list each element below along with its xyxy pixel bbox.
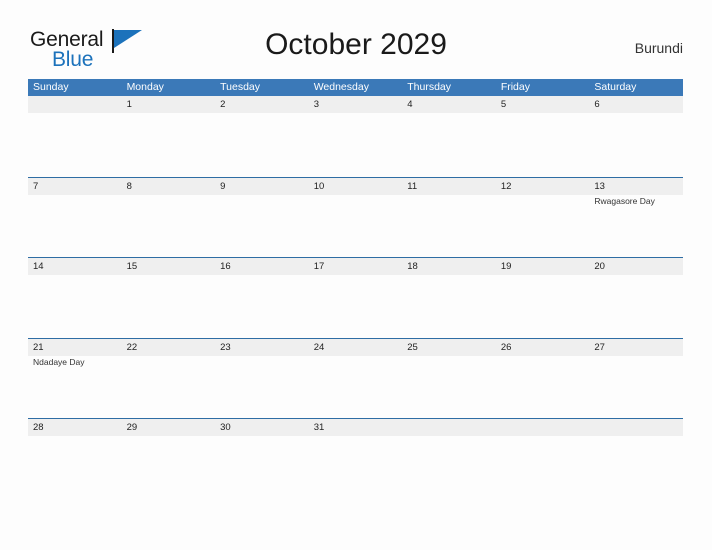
day-cell[interactable]: 6: [589, 96, 683, 176]
day-cell[interactable]: [589, 419, 683, 499]
calendar-page: General Blue October 2029 Burundi Sunday…: [0, 0, 712, 550]
weekday-header-monday: Monday: [126, 81, 164, 93]
day-cell[interactable]: 28: [28, 419, 122, 499]
day-number: 30: [220, 422, 231, 433]
day-number: 10: [313, 180, 325, 192]
day-number: [33, 96, 122, 113]
day-cell[interactable]: 7: [28, 178, 122, 258]
day-number: 1: [126, 99, 132, 110]
day-number: [594, 419, 683, 436]
day-cell[interactable]: 5: [496, 96, 590, 176]
calendar-grid: Sunday Monday Tuesday Wednesday Thursday…: [28, 79, 683, 499]
day-number: 14: [33, 261, 44, 272]
day-number: [407, 419, 496, 436]
weekday-header-wednesday: Wednesday: [313, 81, 369, 93]
day-number: 23: [220, 341, 231, 353]
page-header: General Blue October 2029 Burundi: [0, 22, 712, 74]
day-number: 20: [594, 261, 605, 272]
day-cell[interactable]: 2: [215, 96, 309, 176]
weekday-header-tuesday: Tuesday: [220, 81, 261, 93]
page-title: October 2029: [265, 28, 447, 61]
weekday-header-thursday: Thursday: [407, 81, 452, 93]
day-number: 28: [33, 422, 44, 433]
day-cell[interactable]: 25: [402, 339, 496, 419]
week-row: 21 Ndadaye Day 22 23 24 25 26 27: [28, 337, 683, 419]
day-number: 31: [313, 422, 325, 433]
day-number: 2: [220, 99, 226, 110]
day-cell[interactable]: 27: [589, 339, 683, 419]
weekday-header-friday: Friday: [500, 81, 530, 93]
day-cell[interactable]: [402, 419, 496, 499]
day-cell[interactable]: 4: [402, 96, 496, 176]
day-cell[interactable]: 24: [309, 339, 403, 419]
day-number: [501, 419, 590, 436]
day-number: 25: [407, 341, 418, 353]
day-number: 9: [220, 180, 226, 192]
day-number: 27: [594, 341, 605, 353]
day-cell[interactable]: 22: [122, 339, 216, 419]
week-row: 28 29 30 31: [28, 418, 683, 499]
day-number: 26: [500, 341, 512, 353]
country-label: Burundi: [634, 40, 683, 56]
weekday-header-saturday: Saturday: [594, 81, 637, 93]
day-number: 22: [126, 341, 138, 353]
day-number: 12: [500, 180, 512, 192]
day-event: Rwagasore Day: [594, 195, 655, 206]
day-cell[interactable]: 1: [122, 96, 216, 176]
day-number: 4: [407, 99, 413, 110]
day-number: 16: [220, 261, 231, 272]
day-cell[interactable]: 10: [309, 178, 403, 258]
day-number: 6: [594, 99, 600, 110]
day-number: 24: [313, 341, 325, 353]
day-cell[interactable]: 17: [309, 258, 403, 338]
weekday-header-sunday: Sunday: [33, 81, 69, 93]
day-cell[interactable]: 30: [215, 419, 309, 499]
day-cell[interactable]: 8: [122, 178, 216, 258]
day-cell[interactable]: 16: [215, 258, 309, 338]
day-cell[interactable]: 19: [496, 258, 590, 338]
day-cell[interactable]: [496, 419, 590, 499]
day-cell[interactable]: 9: [215, 178, 309, 258]
day-cell[interactable]: 21 Ndadaye Day: [28, 339, 122, 419]
day-cell[interactable]: 13 Rwagasore Day: [589, 178, 683, 258]
day-number: 19: [500, 261, 512, 272]
day-cell[interactable]: 14: [28, 258, 122, 338]
day-number: 13: [594, 180, 605, 192]
day-event: Ndadaye Day: [33, 356, 85, 367]
day-number: 15: [126, 261, 138, 272]
day-number: 17: [313, 261, 325, 272]
day-number: 8: [126, 180, 132, 192]
day-number: 11: [407, 180, 418, 192]
day-cell[interactable]: 18: [402, 258, 496, 338]
day-cell[interactable]: 20: [589, 258, 683, 338]
day-number: 21: [33, 341, 44, 353]
day-cell[interactable]: 23: [215, 339, 309, 419]
day-number: 7: [33, 180, 39, 192]
day-number: 29: [126, 422, 138, 433]
day-cell[interactable]: 26: [496, 339, 590, 419]
day-cell[interactable]: [28, 96, 122, 176]
day-number: 18: [407, 261, 418, 272]
day-cell[interactable]: 3: [309, 96, 403, 176]
day-cell[interactable]: 29: [122, 419, 216, 499]
day-number: 5: [500, 99, 507, 110]
day-cell[interactable]: 15: [122, 258, 216, 338]
week-row: 1 2 3 4 5 6: [28, 96, 683, 177]
week-row: 7 8 9 10 11 12 13 Rwagasore Day: [28, 176, 683, 258]
week-row: 14 15 16 17 18 19 20: [28, 257, 683, 338]
day-cell[interactable]: 12: [496, 178, 590, 258]
weekday-header-row: Sunday Monday Tuesday Wednesday Thursday…: [28, 79, 683, 96]
day-number: 3: [313, 99, 319, 110]
day-cell[interactable]: 31: [309, 419, 403, 499]
day-cell[interactable]: 11: [402, 178, 496, 258]
